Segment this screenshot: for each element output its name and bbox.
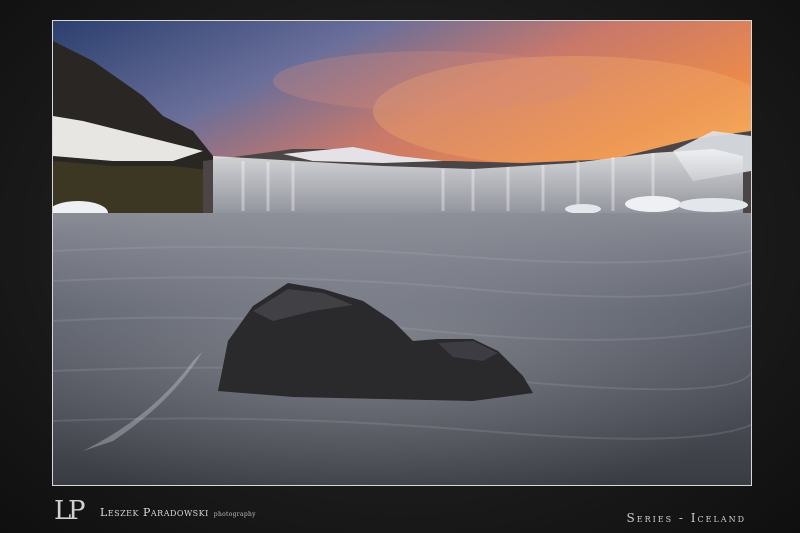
svg-text:P: P (68, 496, 86, 525)
small-snow-patch (565, 204, 601, 214)
series-title: Series - Iceland (626, 511, 746, 525)
right-snow-patch (625, 196, 681, 212)
right-snow-patch-2 (678, 198, 748, 212)
lp-monogram-icon: L P (54, 496, 86, 525)
brand-name: Leszek Paradowski (100, 506, 209, 519)
cloud (273, 51, 593, 111)
photographer-logo: L P Leszek Paradowski photography (54, 493, 256, 525)
waterfall-photo-illustration (53, 21, 751, 485)
landscape-photo (52, 20, 752, 486)
brand-subtitle: photography (213, 511, 256, 518)
